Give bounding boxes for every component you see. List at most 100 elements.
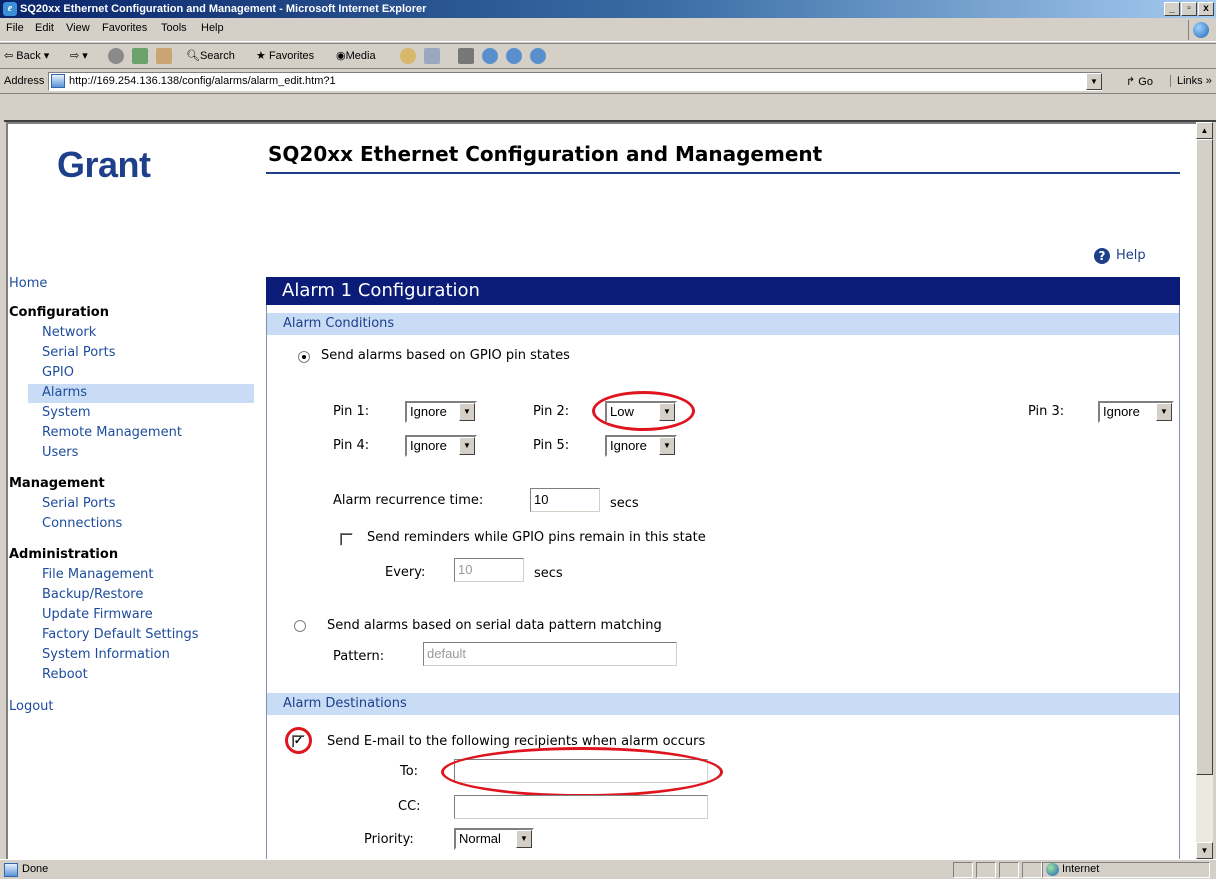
pin3-select[interactable]: Ignore ▼ (1098, 401, 1174, 423)
help-link[interactable]: ? Help (1094, 248, 1146, 264)
print-icon[interactable] (458, 48, 474, 64)
scroll-thumb[interactable] (1196, 139, 1213, 775)
nav-remote-management[interactable]: Remote Management (42, 425, 182, 440)
nav-users[interactable]: Users (42, 445, 78, 460)
vertical-scrollbar[interactable]: ▲ ▼ (1196, 122, 1213, 859)
pin4-label: Pin 4: (333, 438, 370, 453)
reminder-checkbox[interactable] (340, 533, 353, 546)
back-arrow-icon: ⇦ (4, 50, 14, 62)
nav-system[interactable]: System (42, 405, 90, 420)
nav-network[interactable]: Network (42, 325, 96, 340)
to-label: To: (400, 764, 419, 779)
nav-logout[interactable]: Logout (9, 699, 54, 714)
pin5-select[interactable]: Ignore ▼ (605, 435, 677, 457)
status-bar: Done Internet (0, 859, 1216, 879)
every-input[interactable]: 10 (454, 558, 524, 582)
address-input[interactable]: http://169.254.136.138/config/alarms/ala… (48, 72, 1102, 91)
email-checkbox[interactable]: ✓ (292, 735, 305, 748)
status-pane (976, 862, 996, 878)
email-option-label: Send E-mail to the following recipients … (327, 734, 706, 749)
status-pane (999, 862, 1019, 878)
pattern-input[interactable]: default (423, 642, 677, 666)
page-viewport: Grant SQ20xx Ethernet Configuration and … (6, 122, 1196, 859)
nav-backup-restore[interactable]: Backup/Restore (42, 587, 143, 602)
favorites-icon: ★ (256, 50, 266, 62)
serial-pattern-radio[interactable] (294, 620, 306, 632)
to-input[interactable] (454, 759, 708, 783)
chevron-down-icon: ▼ (659, 403, 675, 421)
recurrence-unit: secs (610, 496, 639, 511)
messenger-icon[interactable] (530, 48, 546, 64)
menu-tools[interactable]: Tools (161, 22, 187, 34)
media-button[interactable]: ◉Media (336, 49, 376, 62)
chevron-down-icon: ▼ (459, 403, 475, 421)
menu-view[interactable]: View (66, 22, 90, 34)
close-button[interactable]: x (1198, 2, 1214, 16)
maximize-button[interactable]: ▫ (1181, 2, 1197, 16)
refresh-icon[interactable] (132, 48, 148, 64)
address-bar: Address http://169.254.136.138/config/al… (0, 70, 1216, 94)
status-pane (1022, 862, 1042, 878)
scroll-down-button[interactable]: ▼ (1196, 842, 1213, 859)
mail-icon[interactable] (424, 48, 440, 64)
minimize-button[interactable]: _ (1164, 2, 1180, 16)
nav-connections[interactable]: Connections (42, 516, 122, 531)
grant-logo: Grant (57, 144, 151, 185)
page-title: SQ20xx Ethernet Configuration and Manage… (268, 142, 823, 166)
title-divider (266, 172, 1180, 174)
window-title: SQ20xx Ethernet Configuration and Manage… (20, 3, 427, 15)
menu-help[interactable]: Help (201, 22, 224, 34)
discuss-icon[interactable] (506, 48, 522, 64)
menu-edit[interactable]: Edit (35, 22, 54, 34)
menu-file[interactable]: File (6, 22, 24, 34)
favorites-button[interactable]: ★ Favorites (256, 49, 314, 62)
nav-system-information[interactable]: System Information (42, 647, 170, 662)
nav-heading-administration: Administration (9, 547, 119, 562)
nav-serial-ports[interactable]: Serial Ports (42, 345, 115, 360)
pin1-select[interactable]: Ignore ▼ (405, 401, 477, 423)
go-button[interactable]: ↱ Go (1126, 75, 1153, 88)
pin3-label: Pin 3: (1028, 404, 1065, 419)
forward-button[interactable]: ⇨ ▾ (70, 49, 88, 62)
edit-icon[interactable] (482, 48, 498, 64)
pin2-select[interactable]: Low ▼ (605, 401, 677, 423)
pin4-select[interactable]: Ignore ▼ (405, 435, 477, 457)
search-button[interactable]: 🔍︎Search (186, 49, 235, 62)
scroll-up-button[interactable]: ▲ (1196, 122, 1213, 139)
nav-gpio[interactable]: GPIO (42, 365, 74, 380)
nav-management-serial-ports[interactable]: Serial Ports (42, 496, 115, 511)
home-icon[interactable] (156, 48, 172, 64)
status-pane (953, 862, 973, 878)
zone-label: Internet (1062, 863, 1100, 875)
gpio-radio[interactable] (298, 351, 310, 363)
pin5-label: Pin 5: (533, 438, 570, 453)
cc-input[interactable] (454, 795, 708, 819)
media-icon: ◉ (336, 50, 346, 62)
back-button[interactable]: ⇦ Back ▾ (4, 49, 49, 62)
nav-file-management[interactable]: File Management (42, 567, 154, 582)
toolbar: ⇦ Back ▾ ⇨ ▾ 🔍︎Search ★ Favorites ◉Media (0, 43, 1216, 69)
nav-alarms[interactable]: Alarms (42, 385, 87, 400)
address-label: Address (4, 75, 45, 87)
links-button[interactable]: Links » (1170, 75, 1212, 87)
internet-zone-icon (1046, 863, 1059, 876)
priority-select[interactable]: Normal ▼ (454, 828, 534, 850)
serial-option-label: Send alarms based on serial data pattern… (327, 618, 662, 633)
nav-home[interactable]: Home (9, 276, 47, 291)
search-icon: 🔍︎ (186, 50, 200, 62)
address-dropdown-button[interactable]: ▼ (1086, 73, 1102, 90)
page-done-icon (4, 863, 18, 877)
chevron-down-icon: ▼ (459, 437, 475, 455)
help-icon: ? (1094, 248, 1110, 264)
gpio-option-label: Send alarms based on GPIO pin states (321, 348, 570, 363)
nav-reboot[interactable]: Reboot (42, 667, 88, 682)
nav-update-firmware[interactable]: Update Firmware (42, 607, 153, 622)
menu-favorites[interactable]: Favorites (102, 22, 147, 34)
history-icon[interactable] (400, 48, 416, 64)
page-icon (51, 74, 65, 88)
nav-heading-management: Management (9, 476, 105, 491)
stop-icon[interactable] (108, 48, 124, 64)
recurrence-label: Alarm recurrence time: (333, 493, 484, 508)
recurrence-input[interactable]: 10 (530, 488, 600, 512)
nav-factory-default-settings[interactable]: Factory Default Settings (42, 627, 199, 642)
